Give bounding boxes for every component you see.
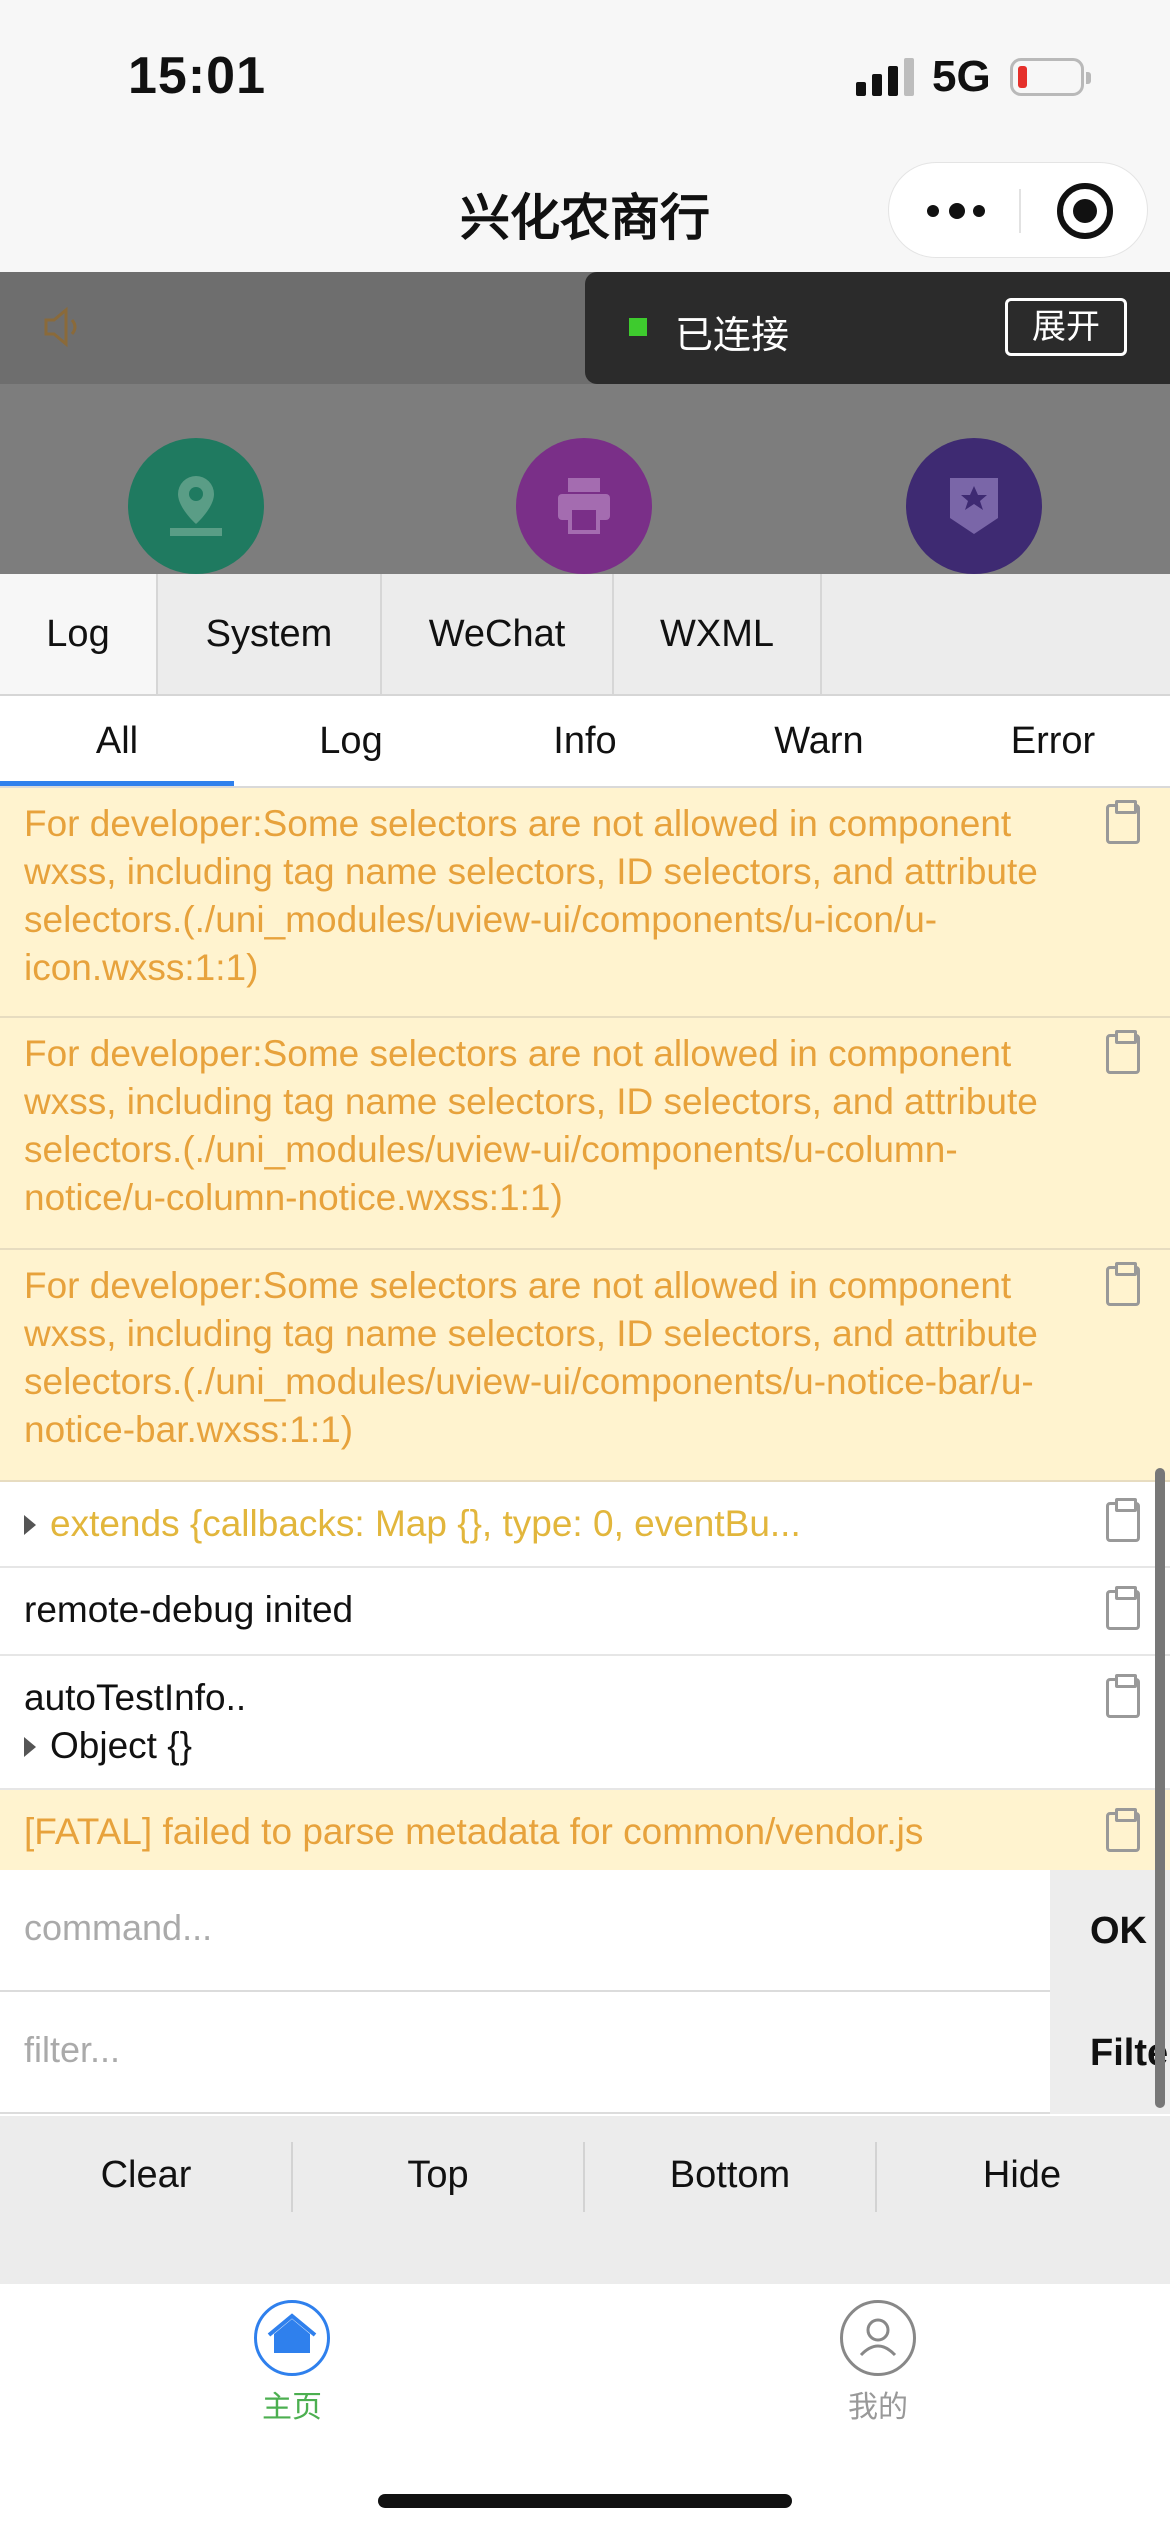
copy-icon[interactable] xyxy=(1106,800,1140,844)
log-text: [FATAL] failed to parse metadata for com… xyxy=(24,1811,924,1852)
shortcut-location[interactable] xyxy=(128,438,264,574)
speaker-icon xyxy=(44,306,77,348)
signal-icon xyxy=(856,56,914,96)
expand-caret-icon[interactable] xyxy=(24,1737,36,1758)
subtab-all[interactable]: All xyxy=(0,696,234,786)
tabbar-label-home: 主页 xyxy=(262,2390,322,2425)
copy-icon[interactable] xyxy=(1106,1674,1140,1718)
log-object[interactable]: Object {} xyxy=(16,1722,1086,1770)
battery-icon xyxy=(1010,58,1091,96)
home-indicator xyxy=(378,2494,792,2508)
log-entry-warn: For developer:Some selectors are not all… xyxy=(0,1250,1170,1482)
tabbar-item-home[interactable]: 主页 xyxy=(192,2300,392,2426)
hide-button[interactable]: Hide xyxy=(876,2116,1168,2234)
filter-input[interactable] xyxy=(24,2022,1024,2078)
badge-icon xyxy=(950,478,998,534)
connection-label: 已连接 xyxy=(675,313,790,357)
copy-icon[interactable] xyxy=(1106,1586,1140,1630)
user-icon xyxy=(840,2300,916,2376)
shortcut-badge[interactable] xyxy=(906,438,1042,574)
tab-wechat[interactable]: WeChat xyxy=(382,574,614,694)
log-text: remote-debug inited xyxy=(24,1589,354,1630)
vconsole-tabs: Log System WeChat WXML xyxy=(0,574,1170,696)
filter-button[interactable]: Filter xyxy=(1050,1992,1170,2114)
log-entry-warn: For developer:Some selectors are not all… xyxy=(0,1018,1170,1250)
location-icon xyxy=(170,476,222,536)
log-object-summary: extends {callbacks: Map {}, type: 0, eve… xyxy=(16,1500,1086,1548)
log-text: For developer:Some selectors are not all… xyxy=(24,1033,1038,1218)
tab-wxml[interactable]: WXML xyxy=(614,574,822,694)
status-time: 15:01 xyxy=(128,47,266,105)
copy-icon[interactable] xyxy=(1106,1808,1140,1852)
connected-indicator xyxy=(629,318,647,336)
tabbar-item-mine[interactable]: 我的 xyxy=(778,2300,978,2426)
log-text: autoTestInfo.. xyxy=(24,1677,247,1718)
tab-system[interactable]: System xyxy=(158,574,382,694)
log-entry-warn: For developer:Some selectors are not all… xyxy=(0,788,1170,1018)
expand-button[interactable]: 展开 xyxy=(1005,298,1127,356)
scrollbar[interactable] xyxy=(1155,1468,1165,2108)
vconsole-toolbar: Clear Top Bottom Hide xyxy=(0,2116,1170,2284)
nav-bar: 兴化农商行 xyxy=(0,150,1170,272)
target-icon[interactable] xyxy=(1057,183,1113,239)
network-type: 5G xyxy=(932,52,991,101)
log-list[interactable]: For developer:Some selectors are not all… xyxy=(0,788,1170,1870)
command-bar: OK xyxy=(0,1870,1170,1992)
mini-program-capsule xyxy=(888,162,1148,258)
connection-status: 已连接 展开 xyxy=(585,272,1170,384)
filter-bar: Filter xyxy=(0,1992,1170,2114)
subtab-error[interactable]: Error xyxy=(936,696,1170,786)
copy-icon[interactable] xyxy=(1106,1262,1140,1306)
log-text: For developer:Some selectors are not all… xyxy=(24,1265,1038,1450)
subtab-warn[interactable]: Warn xyxy=(702,696,936,786)
log-entry-warn: [FATAL] failed to parse metadata for com… xyxy=(0,1790,1170,1870)
log-entry: remote-debug inited xyxy=(0,1568,1170,1656)
log-text: For developer:Some selectors are not all… xyxy=(24,803,1038,988)
log-level-tabs: All Log Info Warn Error xyxy=(0,696,1170,788)
ok-button[interactable]: OK xyxy=(1050,1870,1170,1992)
subtab-info[interactable]: Info xyxy=(468,696,702,786)
more-dots-icon[interactable] xyxy=(927,201,987,221)
command-input[interactable] xyxy=(24,1900,1024,1956)
status-bar: 15:01 5G xyxy=(0,0,1170,150)
tab-log[interactable]: Log xyxy=(0,574,158,694)
log-entry: autoTestInfo.. Object {} xyxy=(0,1656,1170,1790)
shortcut-print[interactable] xyxy=(516,438,652,574)
clear-button[interactable]: Clear xyxy=(0,2116,292,2234)
subtab-log[interactable]: Log xyxy=(234,696,468,786)
expand-caret-icon[interactable] xyxy=(24,1515,36,1536)
top-button[interactable]: Top xyxy=(292,2116,584,2234)
tabbar-label-mine: 我的 xyxy=(848,2390,908,2425)
printer-icon xyxy=(558,478,610,534)
copy-icon[interactable] xyxy=(1106,1498,1140,1542)
log-entry-object[interactable]: extends {callbacks: Map {}, type: 0, eve… xyxy=(0,1482,1170,1568)
bottom-button[interactable]: Bottom xyxy=(584,2116,876,2234)
home-icon xyxy=(254,2300,330,2376)
capsule-divider xyxy=(1019,189,1021,233)
copy-icon[interactable] xyxy=(1106,1030,1140,1074)
